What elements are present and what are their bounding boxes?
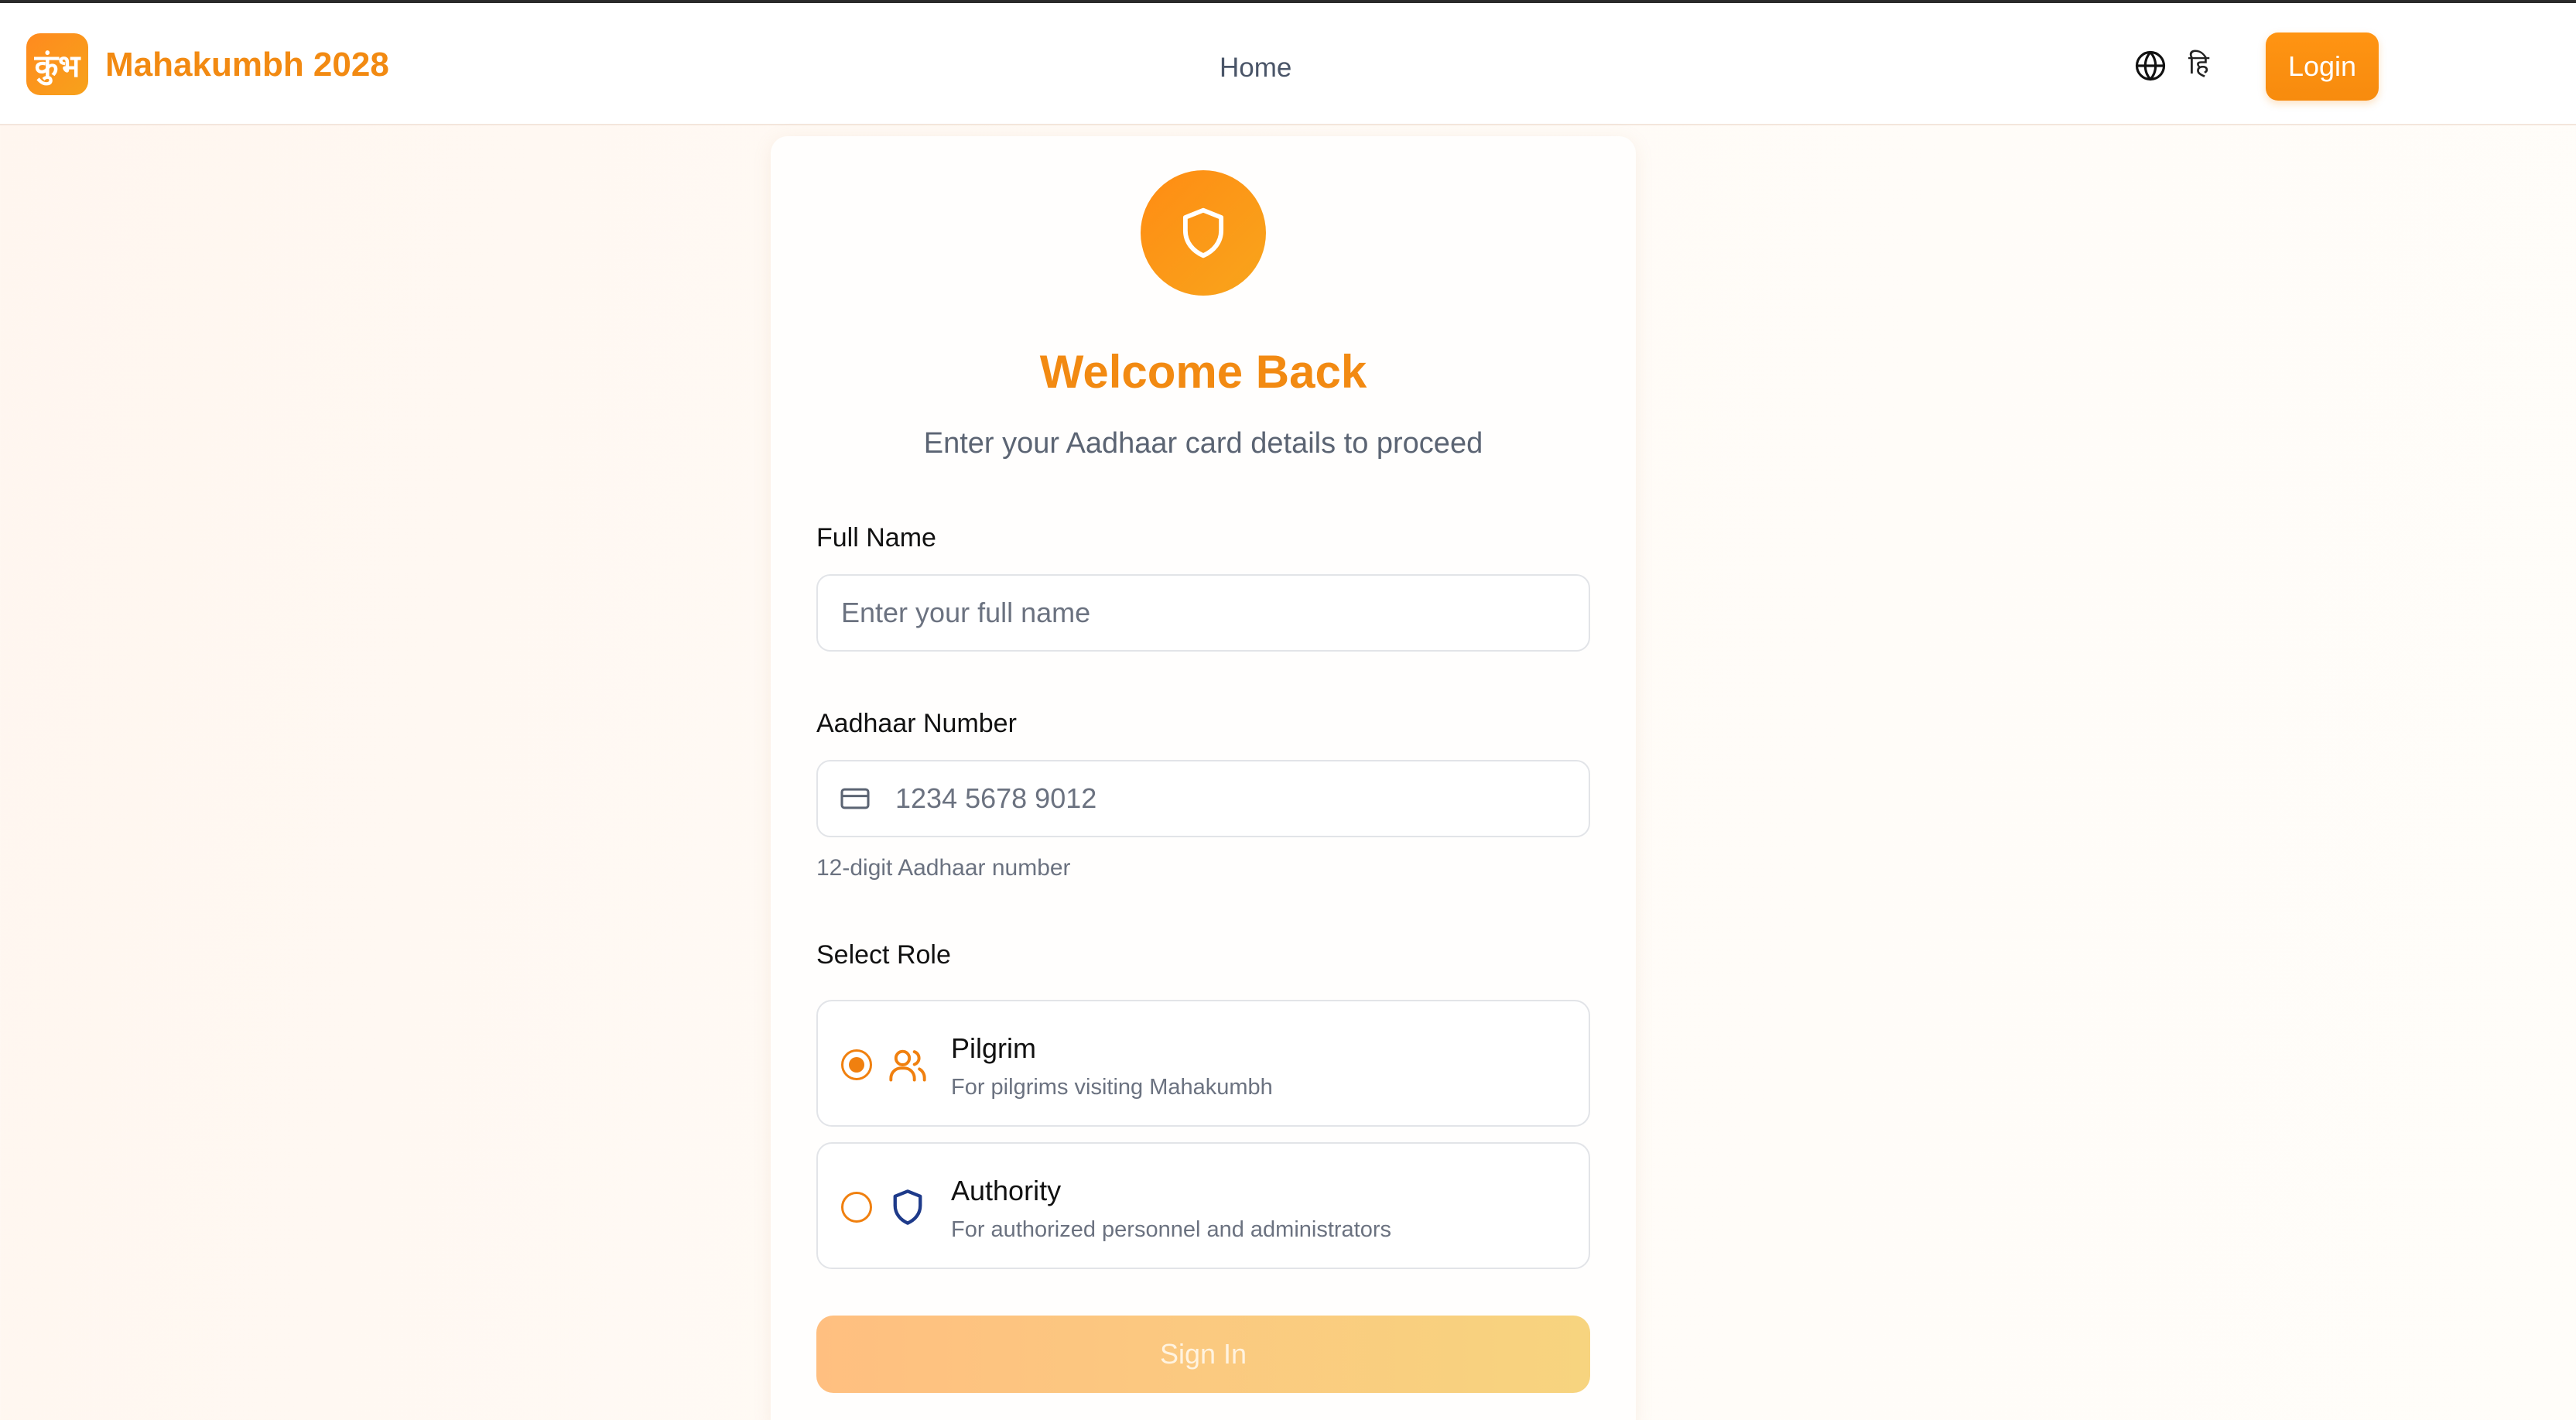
pilgrim-title: Pilgrim xyxy=(951,1032,1037,1064)
aadhaar-input[interactable] xyxy=(816,760,1590,837)
logo-badge[interactable]: कुंभ xyxy=(26,33,88,95)
role-option-pilgrim[interactable]: Pilgrim For pilgrims visiting Mahakumbh xyxy=(816,1000,1590,1127)
nav-link-home[interactable]: Home xyxy=(1220,53,1291,84)
language-toggle[interactable]: हि xyxy=(2188,48,2209,82)
full-name-label: Full Name xyxy=(816,523,936,553)
welcome-subtitle: Enter your Aadhaar card details to proce… xyxy=(923,427,1483,460)
authority-title: Authority xyxy=(951,1175,1062,1206)
users-icon xyxy=(889,1049,926,1082)
shield-icon xyxy=(1182,207,1224,258)
shield-badge xyxy=(1141,170,1266,296)
role-option-authority[interactable]: Authority For authorized personnel and a… xyxy=(816,1142,1590,1269)
select-role-label: Select Role xyxy=(816,940,951,970)
login-button[interactable]: Login xyxy=(2266,33,2379,101)
top-navbar: कुंभ Mahakumbh 2028 Home हि Login xyxy=(0,3,2576,125)
aadhaar-hint: 12-digit Aadhaar number xyxy=(816,855,1071,881)
pilgrim-radio[interactable] xyxy=(841,1049,872,1080)
aadhaar-label: Aadhaar Number xyxy=(816,709,1017,738)
pilgrim-description: For pilgrims visiting Mahakumbh xyxy=(951,1075,1273,1100)
credit-card-icon xyxy=(840,788,870,809)
globe-icon[interactable] xyxy=(2134,50,2167,82)
authority-radio[interactable] xyxy=(841,1192,872,1223)
authority-description: For authorized personnel and administrat… xyxy=(951,1217,1392,1242)
full-name-input[interactable] xyxy=(816,574,1590,652)
brand-name[interactable]: Mahakumbh 2028 xyxy=(105,46,389,84)
sign-in-button[interactable]: Sign In xyxy=(816,1316,1590,1393)
shield-icon xyxy=(893,1189,922,1225)
welcome-title: Welcome Back xyxy=(1039,346,1367,398)
